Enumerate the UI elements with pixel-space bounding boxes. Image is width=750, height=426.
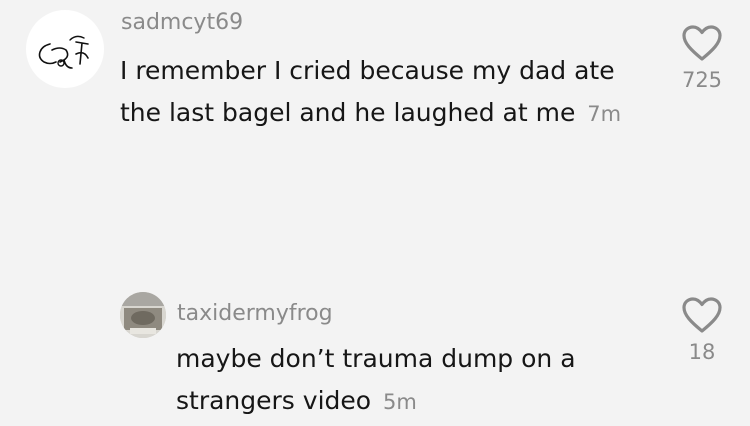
like-count: 725 [681, 68, 723, 92]
reply-body: maybe don’t trauma dump on a strangers v… [176, 338, 636, 423]
comment-text: I remember I cried because my dad ate th… [120, 56, 615, 127]
heart-outline-icon [682, 25, 722, 61]
comment-username[interactable]: sadmcyt69 [121, 10, 243, 35]
photo-avatar-icon [120, 292, 166, 338]
reply-timestamp: 5m [383, 390, 417, 414]
comment-body: I remember I cried because my dad ate th… [120, 50, 660, 135]
comment-timestamp: 7m [587, 102, 622, 126]
reply-text: maybe don’t trauma dump on a strangers v… [176, 344, 576, 415]
heart-outline-icon [682, 297, 722, 333]
reply-username[interactable]: taxidermyfrog [177, 301, 333, 326]
avatar[interactable] [120, 292, 166, 338]
avatar[interactable] [26, 10, 104, 88]
reply-like-button[interactable]: 18 [672, 296, 732, 364]
reply-like-count: 18 [688, 340, 716, 364]
like-button[interactable]: 725 [672, 24, 732, 92]
doodle-avatar-icon [38, 35, 89, 69]
